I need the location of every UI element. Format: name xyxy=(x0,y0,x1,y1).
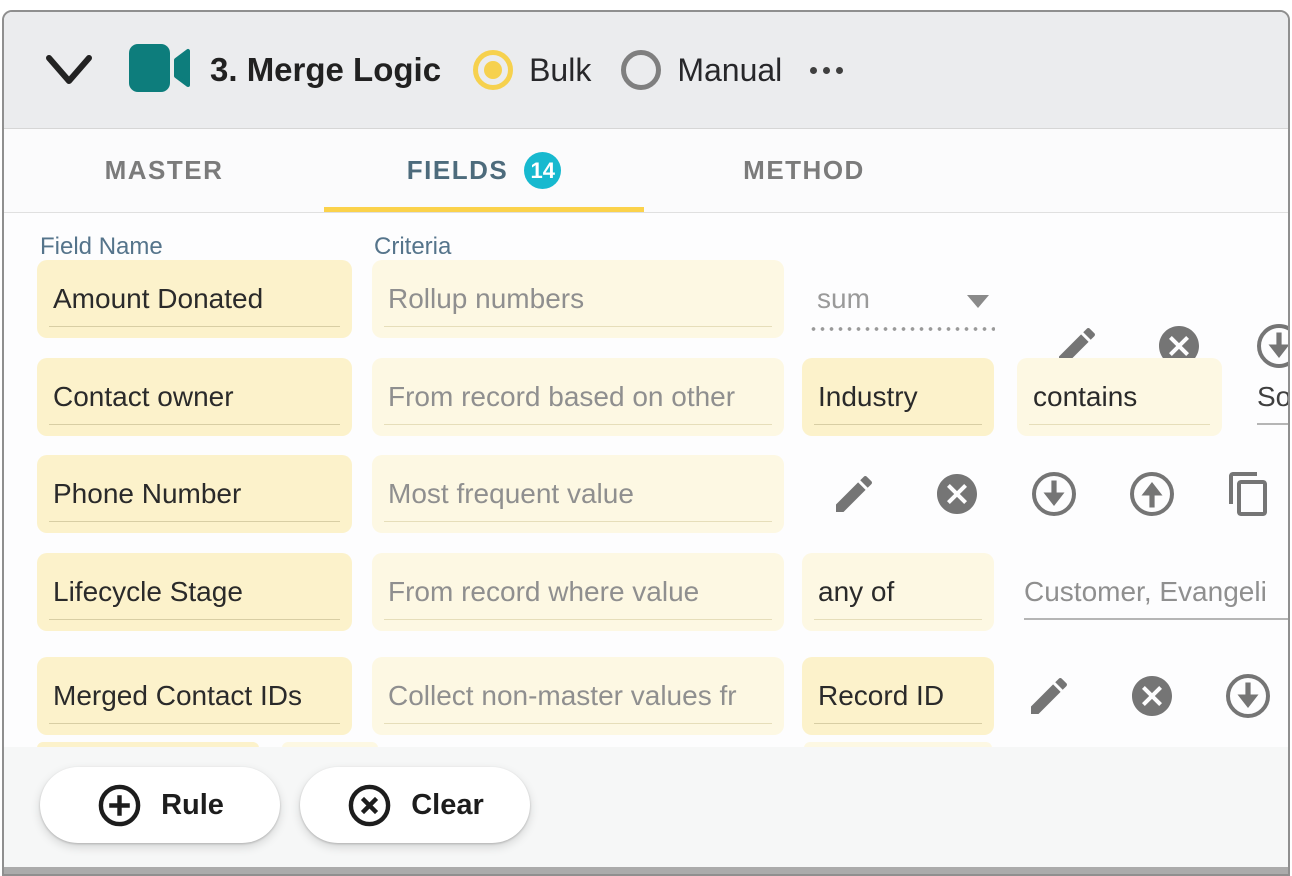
plus-circle-icon xyxy=(96,782,143,829)
radio-bulk-label[interactable]: Bulk xyxy=(529,52,591,89)
criteria-input[interactable]: Rollup numbers xyxy=(372,260,784,338)
column-header-field-name: Field Name xyxy=(40,233,163,261)
merge-logic-panel: 3. Merge Logic Bulk Manual MASTER FIELDS… xyxy=(2,10,1290,876)
x-circle-icon xyxy=(346,782,393,829)
table-row: Lifecycle Stage From record where value … xyxy=(4,553,1288,631)
field-name-input[interactable]: Merged Contact IDs xyxy=(37,657,352,735)
table-row: Phone Number Most frequent value xyxy=(4,455,1288,533)
aggregation-select[interactable]: sum xyxy=(809,267,995,331)
radio-bulk[interactable] xyxy=(473,50,513,90)
move-down-icon[interactable] xyxy=(1030,470,1078,518)
field-name-input[interactable]: Contact owner xyxy=(37,358,352,436)
fields-count-badge: 14 xyxy=(524,152,561,189)
tab-master[interactable]: MASTER xyxy=(44,129,284,212)
tab-fields[interactable]: FIELDS 14 xyxy=(344,129,624,212)
operator-input[interactable]: any of xyxy=(802,553,994,631)
field-name-input[interactable]: Phone Number xyxy=(37,455,352,533)
add-rule-label: Rule xyxy=(161,789,224,822)
criteria-input[interactable]: From record based on other xyxy=(372,358,784,436)
radio-manual-label[interactable]: Manual xyxy=(677,52,782,89)
field-name-input[interactable]: Lifecycle Stage xyxy=(37,553,352,631)
fields-table: Field Name Criteria Amount Donated Rollu… xyxy=(4,213,1288,747)
clear-label: Clear xyxy=(411,789,484,822)
aggregation-value: sum xyxy=(817,283,870,315)
add-rule-button[interactable]: Rule xyxy=(40,767,280,843)
chevron-down-icon[interactable] xyxy=(42,48,96,92)
value-input[interactable]: So xyxy=(1257,358,1288,436)
column-header-criteria: Criteria xyxy=(374,233,451,261)
tab-fields-label: FIELDS xyxy=(407,155,508,186)
param-input[interactable]: Record ID xyxy=(802,657,994,735)
chevron-down-icon xyxy=(967,295,989,308)
tab-method[interactable]: METHOD xyxy=(704,129,904,212)
page-title: 3. Merge Logic xyxy=(210,51,441,89)
duplicate-icon[interactable] xyxy=(1225,470,1273,518)
remove-icon[interactable] xyxy=(933,470,981,518)
operator-input[interactable]: contains xyxy=(1017,358,1222,436)
tab-bar: MASTER FIELDS 14 METHOD xyxy=(4,129,1288,213)
radio-dot xyxy=(484,61,502,79)
criteria-input[interactable]: From record where value xyxy=(372,553,784,631)
param-input[interactable]: Industry xyxy=(802,358,994,436)
remove-icon[interactable] xyxy=(1128,672,1176,720)
move-down-icon[interactable] xyxy=(1224,672,1272,720)
edit-icon[interactable] xyxy=(1025,672,1073,720)
move-up-icon[interactable] xyxy=(1128,470,1176,518)
radio-manual[interactable] xyxy=(621,50,661,90)
table-row: Amount Donated Rollup numbers sum xyxy=(4,260,1288,338)
panel-footer: Rule Clear xyxy=(4,747,1288,871)
criteria-input[interactable]: Collect non-master values fr xyxy=(372,657,784,735)
edit-icon[interactable] xyxy=(830,470,878,518)
field-name-input[interactable]: Amount Donated xyxy=(37,260,352,338)
ellipsis-icon[interactable] xyxy=(808,59,845,82)
clear-button[interactable]: Clear xyxy=(300,767,530,843)
video-camera-icon xyxy=(128,42,192,99)
panel-header: 3. Merge Logic Bulk Manual xyxy=(4,12,1288,129)
bottom-scrollbar[interactable] xyxy=(4,867,1288,874)
criteria-input[interactable]: Most frequent value xyxy=(372,455,784,533)
value-input[interactable]: Customer, Evangeli xyxy=(1024,553,1288,631)
active-tab-underline xyxy=(324,207,644,212)
table-row: Contact owner From record based on other… xyxy=(4,358,1288,436)
table-row: Merged Contact IDs Collect non-master va… xyxy=(4,657,1288,735)
